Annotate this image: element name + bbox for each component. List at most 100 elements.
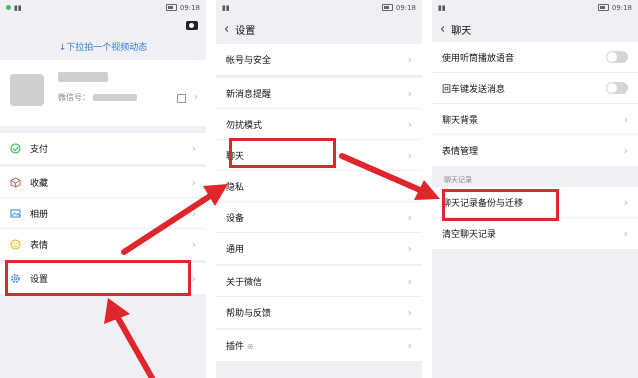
chat-navbar: ‹ 聊天 [432, 16, 638, 42]
chevron-right-icon: › [623, 227, 628, 240]
chat-item-chat-background[interactable]: 聊天背景 › [432, 104, 638, 135]
chevron-right-icon: › [407, 210, 412, 224]
chat-item-backup-migrate[interactable]: 聊天记录备份与迁移 › [432, 187, 638, 218]
about-group: 关于微信 › 帮助与反馈 › [216, 266, 422, 328]
chevron-right-icon: › [407, 339, 412, 352]
menu-item-payment[interactable]: 支付 › [0, 133, 206, 164]
nickname [58, 72, 108, 82]
chevron-right-icon: › [407, 86, 412, 100]
chat-item-label: 回车键发送消息 [442, 84, 506, 95]
menu-item-label: 相册 [30, 209, 49, 220]
tools-group: 收藏 › 相册 › 表情 › [0, 167, 206, 260]
chevron-right-icon: › [623, 144, 628, 157]
settings-item-privacy[interactable]: 隐私 › [216, 171, 422, 202]
chat-item-label: 清空聊天记录 [442, 230, 497, 240]
menu-item-album[interactable]: 相册 › [0, 198, 206, 229]
status-time: 09:18 [395, 3, 416, 12]
status-bar: ▮▮ 09:18 [216, 0, 422, 15]
settings-item-chat[interactable]: 聊天 › [216, 140, 422, 171]
settings-item-label: 帮助与反馈 [226, 309, 272, 319]
chevron-right-icon: › [407, 274, 412, 288]
wechat-id-value [93, 94, 137, 101]
chat-item-label: 聊天记录备份与迁移 [442, 198, 524, 209]
chat-item-earpiece-playback[interactable]: 使用听筒播放语音 [432, 42, 638, 73]
status-bar: ▮▮ 09:18 [0, 0, 206, 15]
back-arrow-icon[interactable]: ‹ [440, 23, 445, 36]
settings-item-plugins[interactable]: 插件 ⊕ › [216, 330, 422, 361]
chevron-right-icon: › [191, 238, 196, 251]
settings-item-new-message-alerts[interactable]: 新消息提醒 › [216, 78, 422, 109]
chat-item-enter-to-send[interactable]: 回车键发送消息 [432, 73, 638, 104]
signal-icon: ▮▮ [222, 3, 230, 12]
avatar [10, 74, 44, 106]
signal-icon: ▮▮ [14, 3, 22, 12]
settings-item-do-not-disturb[interactable]: 勿扰模式 › [216, 109, 422, 140]
favorites-icon [10, 176, 21, 188]
menu-item-label: 收藏 [30, 178, 49, 189]
status-time: 09:18 [611, 3, 632, 12]
me-screen: ▮▮ 09:18 ↓下拉拍一个视频动态 微信号： › 支付 › 收藏 › 相册 … [0, 0, 206, 378]
chevron-right-icon: › [407, 148, 412, 162]
status-bar: ▮▮ 09:18 [432, 0, 638, 15]
chevron-right-icon: › [193, 90, 198, 103]
signal-icon: ▮▮ [438, 3, 446, 12]
plugins-label: 插件 [226, 342, 245, 352]
chevron-right-icon: › [623, 195, 628, 209]
chat-item-label: 聊天背景 [442, 115, 479, 126]
chevron-right-icon: › [623, 112, 628, 126]
chat-history-group: 聊天记录备份与迁移 › 清空聊天记录 › [432, 187, 638, 249]
chevron-right-icon: › [191, 206, 196, 220]
chevron-right-icon: › [407, 306, 412, 319]
chat-options-group: 使用听筒播放语音 回车键发送消息 聊天背景 › 表情管理 › [432, 42, 638, 166]
settings-screen: ▮▮ 09:18 ‹ 设置 帐号与安全 › 新消息提醒 › 勿扰模式 › 聊天 › 隐私… [216, 0, 422, 378]
menu-item-label: 表情 [30, 241, 49, 251]
pull-down-video-hint[interactable]: ↓下拉拍一个视频动态 [0, 40, 206, 53]
status-time: 09:18 [179, 3, 200, 12]
settings-item-label: 设备 [226, 213, 245, 224]
settings-item-general[interactable]: 通用 › [216, 233, 422, 264]
settings-item-label: 聊天 [226, 151, 245, 162]
chat-history-section-label: 聊天记录 [444, 176, 472, 184]
settings-gear-icon [10, 273, 21, 284]
profile-card[interactable]: 微信号： › [0, 60, 206, 126]
battery-icon [165, 4, 177, 11]
menu-item-favorites[interactable]: 收藏 › [0, 167, 206, 198]
pay-group: 支付 › [0, 133, 206, 164]
chat-item-manage-stickers[interactable]: 表情管理 › [432, 135, 638, 166]
settings-navbar: ‹ 设置 [216, 16, 422, 42]
settings-item-label: 关于微信 [226, 277, 263, 288]
page-title: 聊天 [451, 25, 472, 37]
settings-item-label: 新消息提醒 [226, 89, 272, 100]
settings-item-label: 隐私 [226, 182, 245, 193]
settings-item-devices[interactable]: 设备 › [216, 202, 422, 233]
settings-item-label: 帐号与安全 [226, 56, 272, 66]
chat-item-label: 表情管理 [442, 147, 479, 157]
chevron-right-icon: › [407, 179, 412, 193]
camera-icon[interactable] [186, 21, 198, 30]
qr-code-icon[interactable] [177, 94, 186, 103]
menu-item-settings[interactable]: 设置 › [0, 263, 206, 294]
plugins-group: 插件 ⊕ › [216, 330, 422, 361]
settings-group: 设置 › [0, 263, 206, 294]
battery-icon [381, 4, 393, 11]
settings-item-help-feedback[interactable]: 帮助与反馈 › [216, 297, 422, 328]
settings-item-label: 勿扰模式 [226, 120, 263, 131]
plugin-icon: ⊕ [246, 342, 254, 351]
menu-item-label: 设置 [30, 275, 49, 285]
page-title: 设置 [235, 25, 256, 37]
earpiece-playback-toggle[interactable] [606, 51, 628, 63]
enter-to-send-toggle[interactable] [606, 82, 628, 94]
payment-icon [10, 143, 21, 154]
settings-item-about-wechat[interactable]: 关于微信 › [216, 266, 422, 297]
settings-item-label: 插件 ⊕ [226, 339, 408, 352]
account-group: 帐号与安全 › [216, 44, 422, 75]
battery-icon [597, 4, 609, 11]
menu-item-label: 支付 [30, 145, 49, 155]
chat-item-clear-history[interactable]: 清空聊天记录 › [432, 218, 638, 249]
menu-item-stickers[interactable]: 表情 › [0, 229, 206, 260]
chevron-right-icon: › [407, 53, 412, 66]
chat-item-label: 使用听筒播放语音 [442, 53, 515, 64]
settings-item-account-security[interactable]: 帐号与安全 › [216, 44, 422, 75]
settings-item-label: 通用 [226, 245, 245, 255]
back-arrow-icon[interactable]: ‹ [224, 23, 229, 36]
